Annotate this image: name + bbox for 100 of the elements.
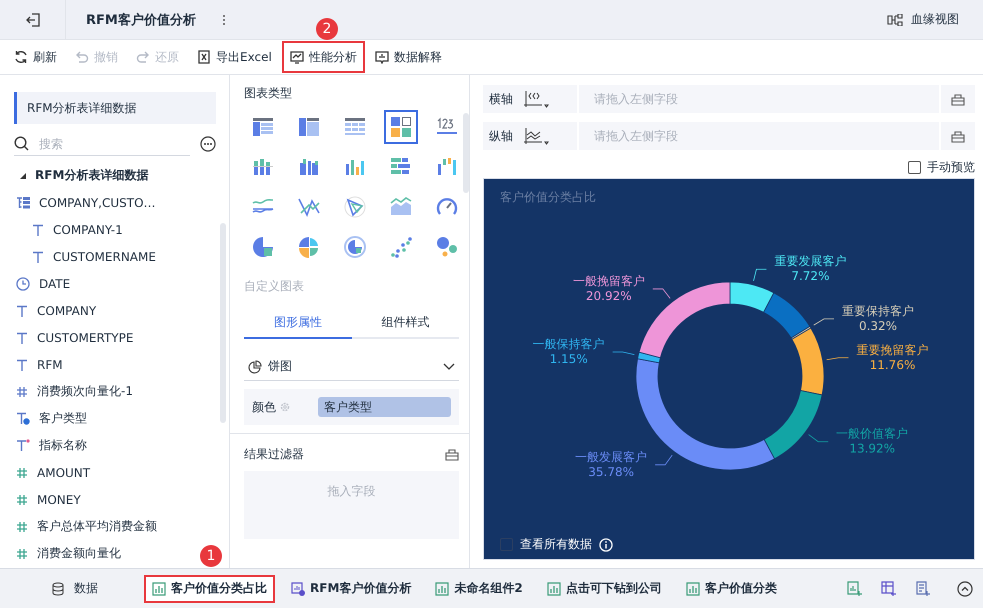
composite-chart-icon [291, 582, 305, 596]
leader-line [826, 357, 849, 360]
field-item[interactable]: 客户总体平均消费金额 [16, 513, 157, 540]
field-item[interactable]: COMPANY,CUSTO… [16, 189, 156, 216]
leader-line [808, 434, 829, 442]
lineage-button[interactable]: 血缘视图 [881, 10, 965, 29]
field-name: COMPANY [37, 304, 96, 318]
checkbox[interactable] [908, 161, 921, 174]
field-name: 指标名称 [39, 437, 87, 454]
collapse-triangle-icon[interactable] [20, 172, 26, 178]
field-name: MONEY [37, 492, 81, 506]
chevron-up-circle-icon[interactable] [957, 580, 973, 596]
radar-chart-icon [343, 195, 367, 219]
slice-value: 13.92% [849, 442, 896, 456]
axis-label: 横轴 [489, 90, 513, 108]
slice-value: 11.76% [870, 358, 916, 372]
toolbar-button[interactable]: 导出Excel [189, 41, 280, 73]
field-item[interactable]: RFM [16, 351, 63, 378]
number-field-icon [16, 520, 28, 532]
axis-label: 纵轴 [489, 128, 513, 144]
bar-chart-icon [546, 582, 561, 596]
field-item[interactable]: 客户类型 [16, 405, 87, 432]
refresh-icon [14, 50, 28, 64]
dataset-selector[interactable]: RFM分析表详细数据 [14, 92, 216, 124]
tab[interactable]: 图形属性 [244, 307, 352, 339]
toolbar-button[interactable]: 刷新 [6, 41, 65, 73]
field-item[interactable]: CUSTOMERTYPE [16, 324, 134, 351]
field-name: RFM分析表详细数据 [35, 167, 148, 184]
clock-icon [16, 276, 30, 290]
field-item[interactable]: AMOUNT [16, 459, 90, 486]
leader-line [652, 288, 671, 299]
field-name: CUSTOMERNAME [53, 250, 156, 264]
exit-icon[interactable] [26, 12, 40, 26]
chart-type-button[interactable] [384, 110, 418, 144]
chart-title: 客户价值分类占比 [500, 189, 596, 206]
slice-value: 20.92% [586, 288, 632, 303]
search-field[interactable]: 搜索 [14, 132, 190, 156]
data-button[interactable]: 数据 [46, 579, 104, 598]
field-name: CUSTOMERTYPE [37, 330, 134, 344]
axis-type-icon[interactable] [523, 127, 549, 145]
text-field-icon [32, 250, 44, 262]
monitor-chart-icon [290, 50, 304, 64]
slice-label: 一般价值客户 [836, 426, 908, 441]
field-item[interactable]: 消费金额向量化 [16, 540, 121, 567]
axis-type-icon[interactable] [523, 90, 549, 108]
field-name: AMOUNT [37, 466, 90, 480]
slice-value: 7.72% [791, 269, 830, 284]
field-item[interactable]: COMPANY [16, 297, 96, 324]
slice-label: 一般发展客户 [575, 450, 648, 464]
search-input[interactable]: 搜索 [37, 136, 157, 152]
field-item[interactable]: RFM分析表详细数据 [20, 162, 148, 189]
text-field-icon [16, 332, 28, 344]
component-tab[interactable]: 未命名组件2 [427, 574, 531, 602]
chart-select[interactable]: 饼图 [244, 353, 459, 381]
field-item[interactable]: MONEY [16, 486, 81, 513]
scrollbar[interactable] [220, 223, 226, 423]
checkbox-label: 查看所有数据 [520, 536, 592, 553]
pie-chart-icon [297, 235, 321, 259]
component-tab[interactable]: 点击可下钻到公司 [538, 574, 670, 602]
field-name: RFM [37, 358, 63, 372]
component-tab[interactable]: RFM客户价值分析 [283, 574, 420, 602]
field-item[interactable]: DATE [16, 270, 70, 297]
field-item[interactable]: CUSTOMERNAME [32, 243, 156, 270]
component-tab[interactable]: 客户价值分类 [678, 574, 785, 602]
table-icon [251, 115, 275, 139]
toolbar-button[interactable]: 性能分析 [282, 41, 365, 73]
slice-label: 重要挽留客户 [856, 342, 928, 357]
tab[interactable]: 组件样式 [352, 307, 459, 339]
slice-label: 重要发展客户 [774, 254, 846, 268]
scrollbar[interactable] [463, 113, 469, 193]
slice-label: 一般挽留客户 [572, 274, 645, 288]
number-field-icon [16, 386, 28, 398]
more-icon[interactable] [222, 14, 226, 26]
field-item[interactable]: 消费频次向量化-1 [16, 378, 133, 405]
slice-label: 一般保持客户 [532, 336, 605, 351]
field-name: DATE [39, 276, 70, 290]
hierarchy-icon [16, 196, 30, 208]
database-icon [52, 582, 64, 596]
field-item[interactable]: 指标名称 [16, 432, 87, 459]
more-options-icon[interactable] [200, 136, 216, 152]
leader-line [612, 352, 635, 355]
report-icon [374, 50, 389, 64]
toolbar-button[interactable]: 数据解释 [366, 41, 450, 73]
field-name: 消费频次向量化-1 [37, 383, 133, 400]
parameter-text-icon [16, 439, 30, 452]
field-item[interactable]: COMPANY-1 [32, 216, 123, 243]
section-title: 自定义图表 [244, 278, 305, 295]
checkbox-label: 手动预览 [927, 159, 975, 176]
table-icon [297, 115, 321, 139]
component-tab[interactable]: 客户价值分类占比 [144, 574, 275, 602]
section-title: 图表类型 [244, 85, 293, 102]
bubble-chart-icon [435, 235, 459, 259]
pie-chart-icon [248, 360, 262, 374]
field-name: COMPANY,CUSTO… [39, 196, 156, 210]
field-name: 客户类型 [39, 410, 87, 427]
calculated-text-icon [16, 412, 30, 425]
chevron-down-icon [443, 362, 455, 370]
field-chip[interactable]: 客户类型 [318, 397, 451, 417]
info-icon[interactable] [599, 538, 613, 552]
field-name: COMPANY-1 [53, 222, 123, 236]
